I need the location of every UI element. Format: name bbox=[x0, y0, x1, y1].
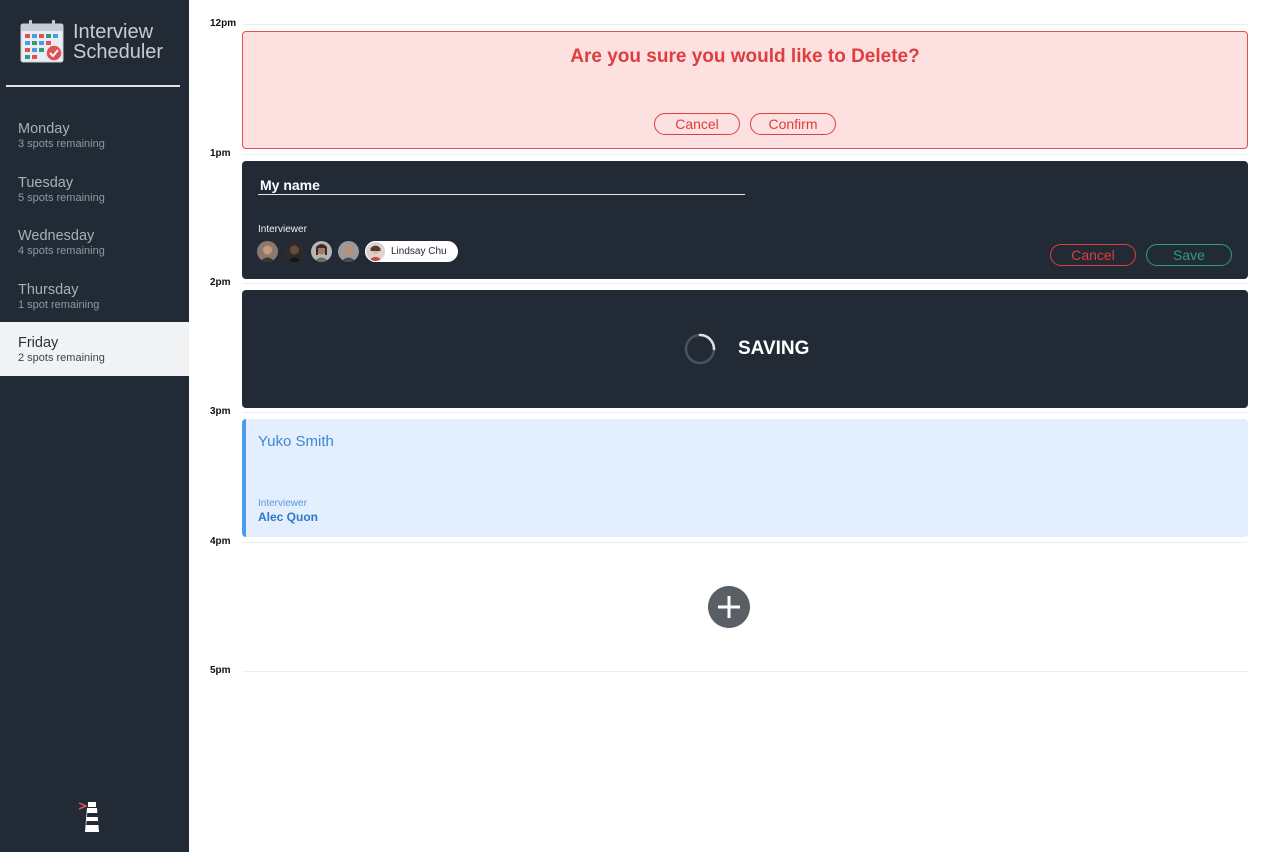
student-name: Yuko Smith bbox=[258, 433, 334, 450]
hour-label-1pm: 1pm bbox=[210, 148, 231, 159]
hour-divider bbox=[242, 154, 1248, 155]
selected-interviewer-name: Lindsay Chu bbox=[391, 246, 447, 257]
day-name: Thursday bbox=[18, 281, 79, 298]
interviewer-name: Alec Quon bbox=[258, 510, 319, 524]
delete-confirm-card: Are you sure you would like to Delete? C… bbox=[242, 31, 1248, 149]
hour-divider bbox=[242, 412, 1248, 413]
day-item-monday[interactable]: Monday 3 spots remaining bbox=[0, 108, 189, 162]
interviewer-avatar[interactable] bbox=[338, 241, 359, 262]
interviewer-avatar[interactable] bbox=[257, 241, 278, 262]
calendar-icon bbox=[20, 20, 64, 63]
day-spots: 1 spot remaining bbox=[18, 298, 100, 311]
appointment-card: Yuko Smith Interviewer Alec Quon bbox=[242, 419, 1248, 537]
hour-label-3pm: 3pm bbox=[210, 406, 231, 417]
interviewer-label: Interviewer bbox=[258, 498, 307, 509]
day-name: Monday bbox=[18, 121, 70, 137]
save-button[interactable]: Save bbox=[1146, 244, 1232, 266]
app-title-line2: Scheduler bbox=[73, 41, 164, 63]
saving-message: SAVING bbox=[738, 338, 810, 359]
interviewer-list: Lindsay Chu bbox=[257, 241, 458, 262]
lighthouse-icon bbox=[78, 802, 99, 832]
day-spots: 2 spots remaining bbox=[18, 352, 105, 364]
spinner-icon bbox=[684, 333, 716, 365]
hour-divider bbox=[242, 24, 1248, 25]
hour-label-2pm: 2pm bbox=[210, 277, 231, 288]
day-item-tuesday[interactable]: Tuesday 5 spots remaining bbox=[0, 162, 189, 216]
hour-divider bbox=[242, 671, 1248, 672]
plus-icon[interactable] bbox=[708, 586, 750, 628]
sidebar-divider bbox=[6, 85, 180, 87]
interviewer-avatar[interactable] bbox=[311, 241, 332, 262]
hour-label-5pm: 5pm bbox=[210, 665, 231, 676]
day-spots: 4 spots remaining bbox=[18, 245, 105, 257]
day-item-friday[interactable]: Friday 2 spots remaining bbox=[0, 322, 189, 376]
day-name: Wednesday bbox=[18, 228, 95, 244]
delete-confirm-message: Are you sure you would like to Delete? bbox=[570, 46, 920, 67]
app: Interview Scheduler Monday 3 spots remai… bbox=[0, 0, 1268, 852]
app-title-line1: Interview bbox=[73, 21, 154, 43]
interviewer-list-label: Interviewer bbox=[258, 224, 307, 235]
selected-interviewer[interactable]: Lindsay Chu bbox=[365, 241, 458, 262]
day-spots: 5 spots remaining bbox=[18, 191, 105, 204]
day-list: Monday 3 spots remaining Tuesday 5 spots… bbox=[0, 108, 189, 376]
interviewer-avatar[interactable] bbox=[284, 241, 305, 262]
day-item-thursday[interactable]: Thursday 1 spot remaining bbox=[0, 269, 189, 323]
form-cancel-button[interactable]: Cancel bbox=[1050, 244, 1136, 266]
app-title: Interview Scheduler bbox=[73, 22, 163, 62]
hour-label-12pm: 12pm bbox=[210, 18, 237, 29]
confirm-delete-button[interactable]: Confirm bbox=[750, 113, 836, 135]
hour-divider bbox=[242, 283, 1248, 284]
day-name: Tuesday bbox=[18, 174, 74, 191]
confirm-cancel-button[interactable]: Cancel bbox=[654, 113, 740, 135]
appointment-form-card: Interviewer bbox=[242, 161, 1248, 279]
saving-status-card: SAVING bbox=[242, 290, 1248, 408]
day-item-wednesday[interactable]: Wednesday 4 spots remaining bbox=[0, 215, 189, 269]
day-spots: 3 spots remaining bbox=[18, 138, 105, 150]
interviewer-avatar bbox=[365, 241, 386, 262]
hour-label-4pm: 4pm bbox=[210, 536, 231, 547]
hour-divider bbox=[242, 542, 1248, 543]
sidebar: Interview Scheduler Monday 3 spots remai… bbox=[0, 0, 189, 852]
day-name: Friday bbox=[18, 335, 59, 351]
student-name-input[interactable] bbox=[258, 175, 745, 195]
